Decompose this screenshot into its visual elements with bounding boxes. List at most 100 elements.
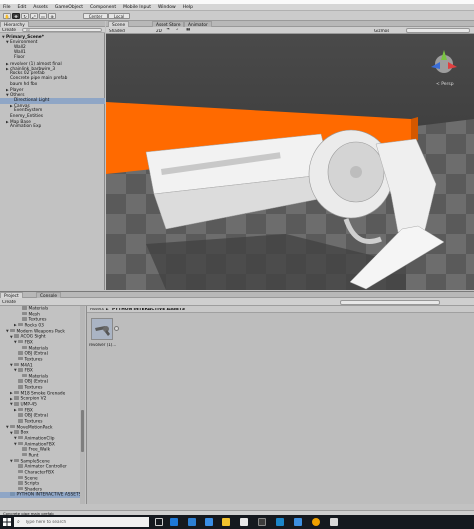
windows-start-icon[interactable] <box>3 518 11 526</box>
project-tree-item-label: Rocks 03 <box>24 323 44 329</box>
menu-component[interactable]: Component <box>90 5 116 10</box>
app-icon-light[interactable] <box>330 518 338 526</box>
hierarchy-item-label: Floor <box>14 55 25 61</box>
breadcrumb-current-folder[interactable]: PYTHON INTERACTIVE ASSETS <box>112 308 185 312</box>
hand-tool-button[interactable]: ✋ <box>3 13 11 19</box>
project-tree-item-label: ACOG Sight <box>20 334 46 340</box>
scene-wall-end <box>411 117 418 142</box>
app-icon-blue[interactable] <box>276 518 284 526</box>
folder-icon <box>18 385 23 389</box>
menu-help[interactable]: Help <box>183 5 193 10</box>
hierarchy-create-button[interactable]: Create <box>2 28 16 32</box>
menu-assets[interactable]: Assets <box>33 5 48 10</box>
project-create-button[interactable]: Create <box>2 300 16 304</box>
breadcrumb-separator: ► <box>106 307 109 311</box>
taskbar-search-icon: ⌕ <box>17 518 20 525</box>
project-tree-item-label: Animator Controller <box>24 464 67 470</box>
menu-bar: File Edit Assets GameObject Component Mo… <box>0 4 474 11</box>
app-icon-dark[interactable] <box>258 518 266 526</box>
project-tree-item-label: OBJ (Extra) <box>24 379 49 385</box>
menu-file[interactable]: File <box>3 5 11 10</box>
hierarchy-search-input[interactable]: All <box>22 28 102 32</box>
folder-icon <box>14 396 19 400</box>
hierarchy-search-placeholder: All <box>26 29 31 32</box>
project-tree-item[interactable]: PYTHON INTERACTIVE ASSETS <box>0 492 81 499</box>
scene-view[interactable]: Scene Asset Store Animator Shaded 2D ☀ ♪… <box>106 21 474 290</box>
asset-name-label[interactable]: revolver (1)... <box>89 343 116 347</box>
project-tree-item-label: AnimationFBX <box>24 441 55 447</box>
scale-icon: ⤢ <box>32 13 36 19</box>
folder-icon <box>22 317 27 321</box>
project-tree-item-label: Free_Walk <box>28 447 51 453</box>
move-tool-button[interactable]: ✥ <box>12 13 20 19</box>
effects-toggle-icon[interactable]: ▦ <box>186 28 190 33</box>
unity-icon[interactable] <box>240 518 248 526</box>
project-search-input[interactable] <box>340 299 440 305</box>
project-asset-panel: Assets ► PYTHON INTERACTIVE ASSETS revol… <box>86 306 474 504</box>
rotate-tool-button[interactable]: ↻ <box>21 13 29 19</box>
rotate-icon: ↻ <box>23 13 27 19</box>
project-tree-item-label: Textures <box>24 385 43 391</box>
folder-icon <box>18 481 23 485</box>
scene-toolbar: Shaded 2D ☀ ♪ ▦ Gizmos <box>106 27 474 34</box>
project-tree-item-label: Materials <box>28 306 49 312</box>
menu-gameobject[interactable]: GameObject <box>55 5 83 10</box>
project-tree-item-label: Shaders <box>24 487 42 493</box>
folder-icon <box>18 441 23 446</box>
folder-icon <box>10 492 15 496</box>
hierarchy-panel: Hierarchy Create All ▼Primary_Scene* ▼Env… <box>0 21 105 290</box>
main-toolbar: ✋ ✥ ↻ ⤢ ▭ ⊕ Center Local <box>0 11 474 21</box>
app-icon-orange[interactable] <box>312 518 320 526</box>
menu-mobile-input[interactable]: Mobile Input <box>123 5 151 10</box>
project-tree-scrollbar[interactable] <box>80 306 85 504</box>
transform-icon: ⊕ <box>50 13 54 19</box>
hierarchy-item-label: Directional Light <box>14 97 50 103</box>
project-tree-item-label: Textures <box>24 357 43 363</box>
folder-icon <box>22 306 27 310</box>
folder-icon <box>22 452 27 457</box>
folder-icon <box>18 464 23 468</box>
project-tree-item-label: Scorpion V2 <box>20 396 47 402</box>
scene-search-input[interactable] <box>406 28 470 33</box>
hierarchy-item[interactable]: Animation Exp <box>0 124 105 130</box>
asset-thumbnail[interactable] <box>91 318 113 340</box>
folder-icon <box>18 339 23 344</box>
mode-2d-toggle[interactable]: 2D <box>156 29 162 33</box>
project-tree-item-label: FBX <box>24 368 33 374</box>
folder-icon <box>14 390 19 395</box>
task-view-icon[interactable] <box>155 518 163 526</box>
hierarchy-item-label: Wall2 <box>14 44 26 50</box>
taskbar-search-input[interactable]: ⌕ Type here to search <box>14 517 149 527</box>
scale-tool-button[interactable]: ⤢ <box>30 13 38 19</box>
project-tree-item-label: M4A1 <box>20 362 33 368</box>
shading-mode-dropdown[interactable]: Shaded <box>109 29 125 33</box>
space-local-toggle[interactable]: Local <box>108 13 130 19</box>
mail-icon[interactable] <box>205 518 213 526</box>
audio-toggle-icon[interactable]: ♪ <box>176 28 179 33</box>
pivot-center-toggle[interactable]: Center <box>83 13 108 19</box>
hierarchy-item-label: baum hd fbx <box>10 81 38 87</box>
folder-icon <box>18 351 23 355</box>
folder-icon <box>18 413 23 417</box>
store-icon[interactable] <box>188 518 196 526</box>
project-tree-scroll-thumb[interactable] <box>81 410 84 452</box>
folder-icon <box>18 407 23 412</box>
asset-expand-icon[interactable] <box>114 326 119 331</box>
app-icon-sky[interactable] <box>294 518 302 526</box>
rect-tool-button[interactable]: ▭ <box>39 13 47 19</box>
gizmos-dropdown[interactable]: Gizmos <box>374 29 389 33</box>
project-tree-item-label: Runt <box>28 453 39 459</box>
folder-icon <box>18 469 23 474</box>
lighting-toggle-icon[interactable]: ☀ <box>166 28 170 33</box>
menu-window[interactable]: Window <box>158 5 176 10</box>
file-explorer-icon[interactable] <box>222 518 230 526</box>
folder-icon <box>18 368 23 372</box>
edge-browser-icon[interactable] <box>170 518 178 526</box>
project-tree-item-label: Textures <box>28 317 47 323</box>
folder-icon <box>22 311 27 316</box>
menu-edit[interactable]: Edit <box>18 5 27 10</box>
perspective-label[interactable]: < Persp <box>436 81 454 87</box>
transform-tool-button[interactable]: ⊕ <box>48 13 56 19</box>
breadcrumb-assets[interactable]: Assets <box>90 308 104 312</box>
folder-icon <box>18 379 23 383</box>
